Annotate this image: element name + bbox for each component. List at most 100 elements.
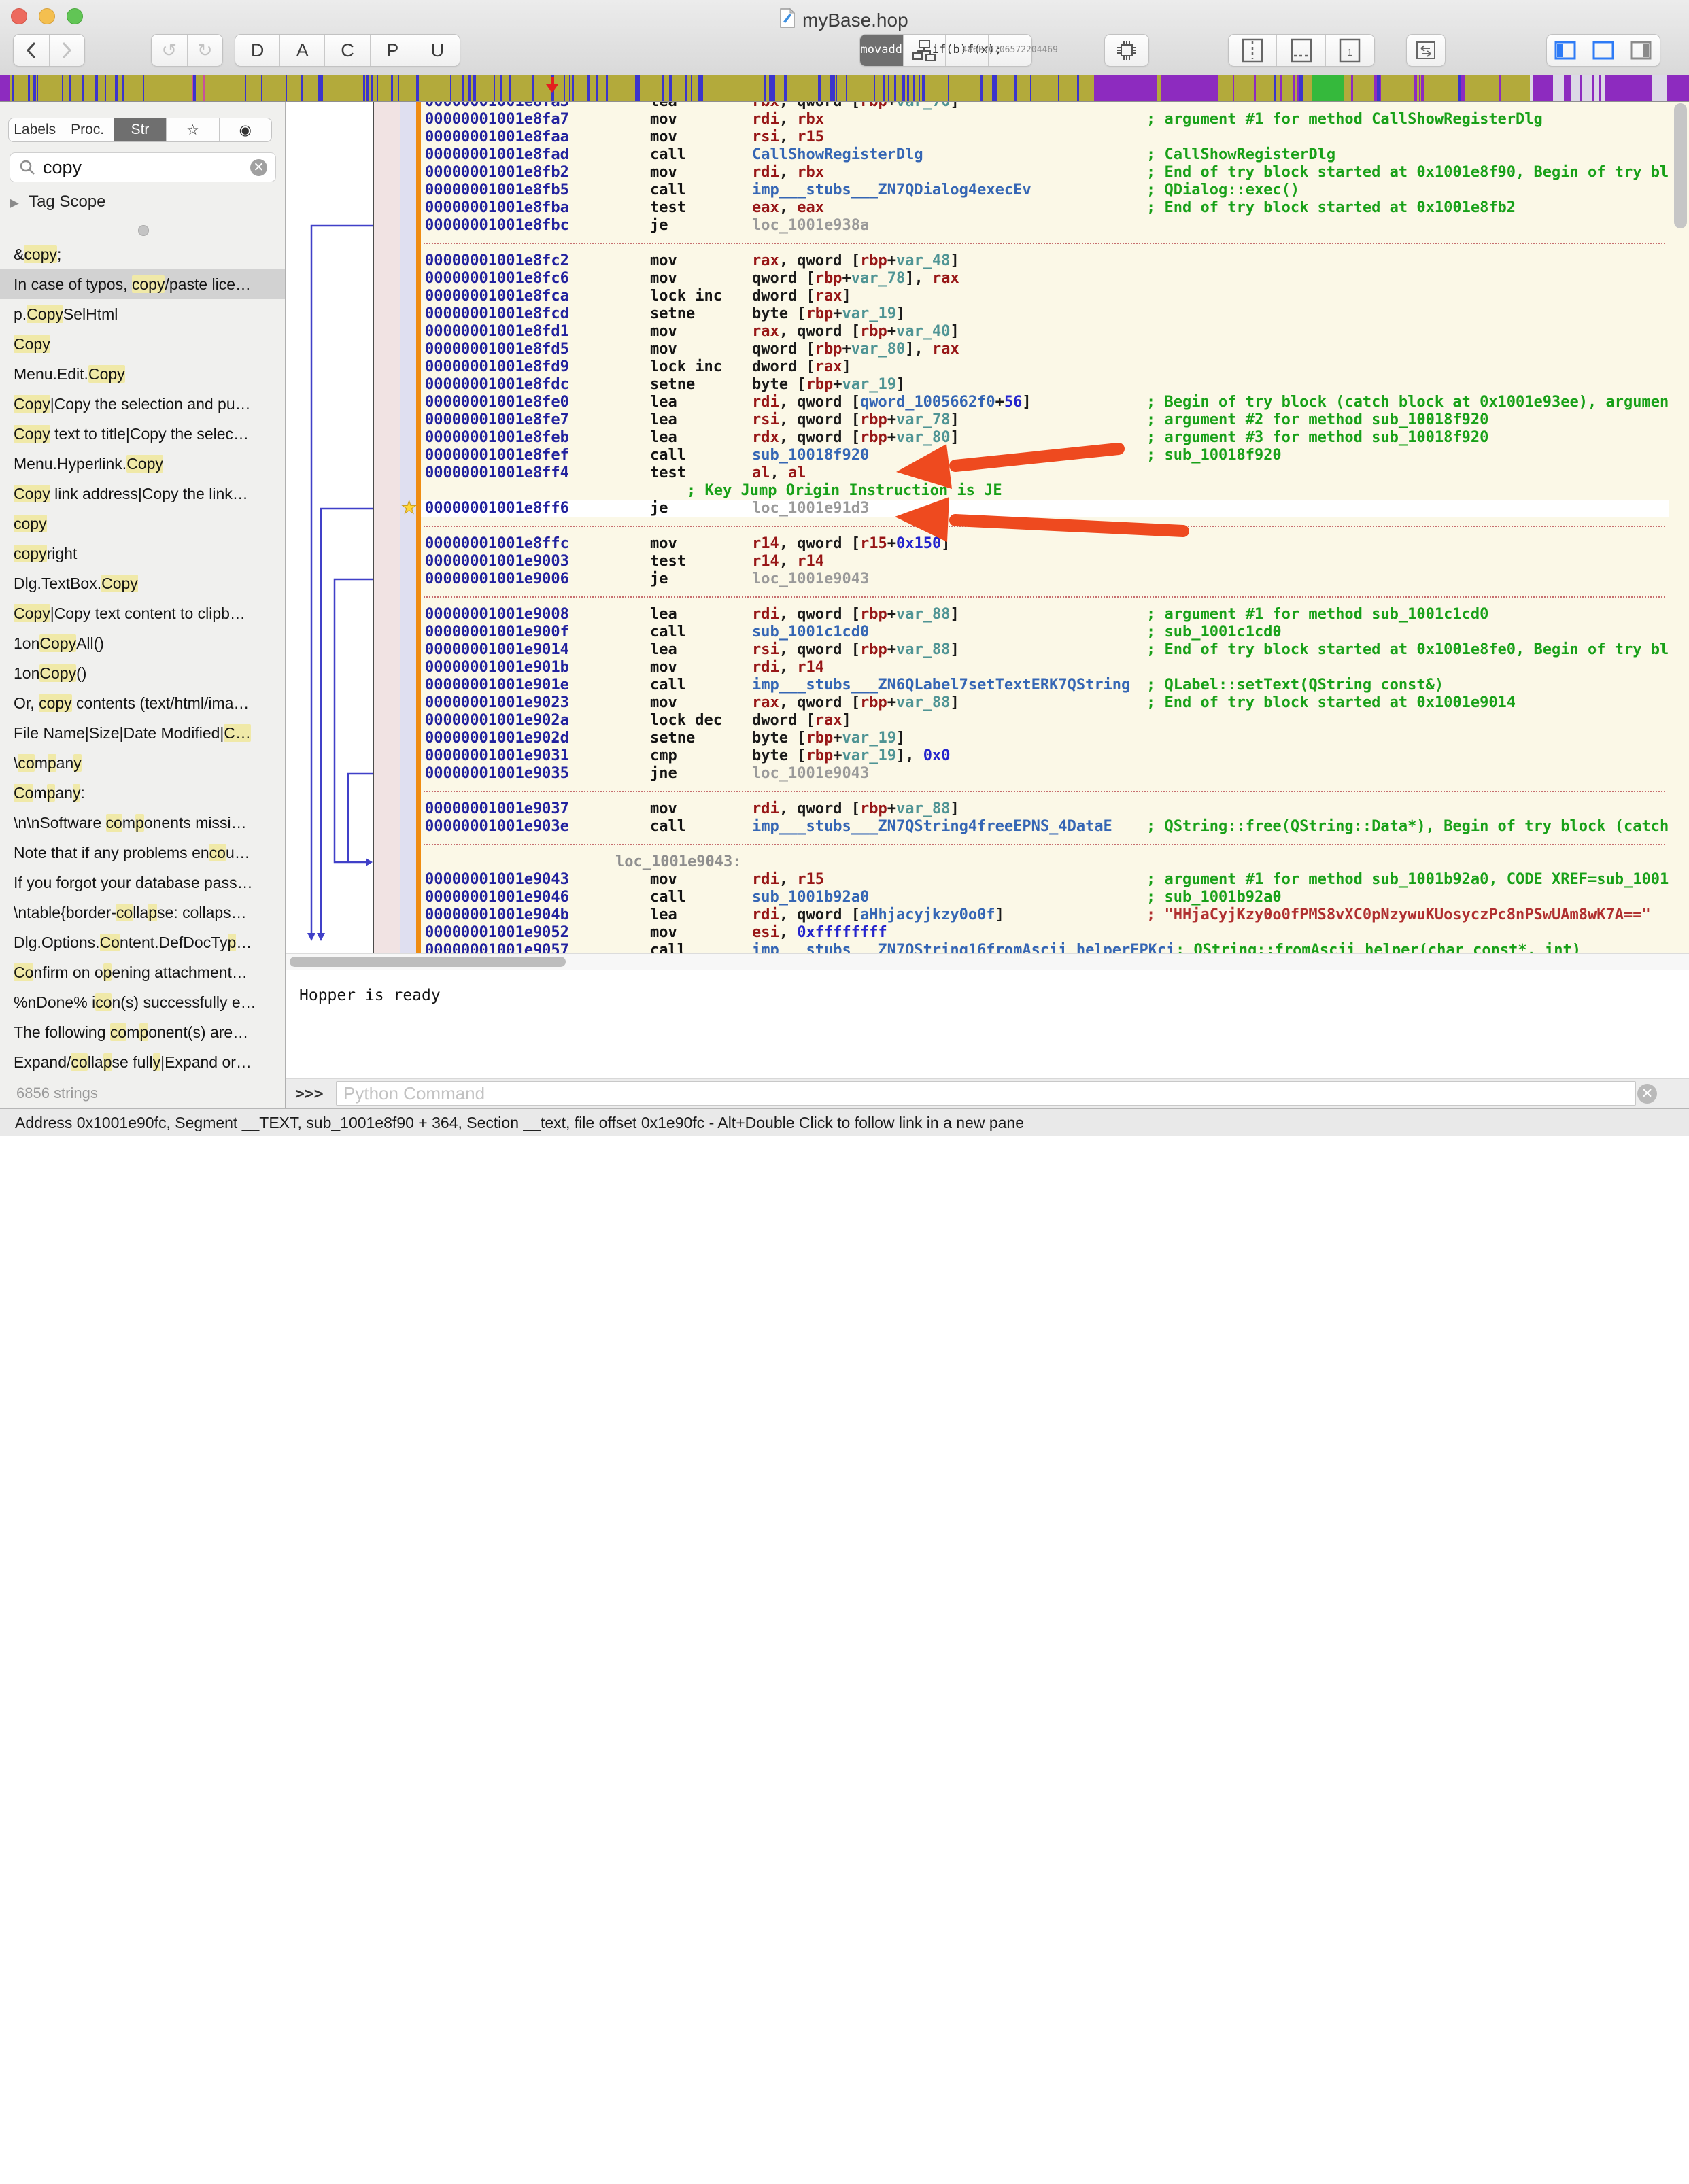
horizontal-scrollbar[interactable] (286, 953, 1689, 970)
type-button-p[interactable]: P (371, 35, 415, 66)
disasm-row[interactable]: 00000001001e900fcallsub_1001c1cd0; sub_1… (421, 624, 1669, 641)
string-list-item[interactable]: Dlg.TextBox.Copy (0, 568, 285, 598)
disasm-row[interactable]: 00000001001e901bmovrdi, r14 (421, 659, 1669, 677)
disasm-row[interactable]: 00000001001e903ecallimp___stubs___ZN7QSt… (421, 818, 1669, 836)
assembly-mode-button[interactable]: movadd (860, 35, 904, 66)
disasm-row[interactable]: 00000001001e8fa3learbx, qword [rbp+var_7… (421, 102, 1669, 111)
tab-str[interactable]: Str (114, 118, 167, 141)
python-command-input[interactable] (336, 1081, 1636, 1106)
scrollbar-thumb[interactable] (290, 957, 566, 967)
disasm-row[interactable]: 00000001001e8febleardx, qword [rbp+var_8… (421, 429, 1669, 447)
string-list-item[interactable]: 1onCopy() (0, 658, 285, 688)
disasm-row[interactable]: 00000001001e8ff4testal, al (421, 464, 1669, 482)
disassembly-pane[interactable]: 00000001001e8fa3learbx, qword [rbp+var_7… (286, 102, 1689, 953)
clear-search-icon[interactable]: ✕ (250, 159, 267, 176)
disasm-row[interactable]: 00000001001e8fc6movqword [rbp+var_78], r… (421, 270, 1669, 288)
string-list-item[interactable]: Dlg.Options.Content.DefDocTyp… (0, 927, 285, 957)
string-list-item[interactable]: Note that if any problems encou… (0, 838, 285, 868)
disasm-row[interactable]: 00000001001e8fd1movrax, qword [rbp+var_4… (421, 323, 1669, 341)
disasm-row[interactable]: 00000001001e9008leardi, qword [rbp+var_8… (421, 606, 1669, 624)
disasm-row[interactable]: 00000001001e8fd9lock incdword [rax] (421, 358, 1669, 376)
disasm-row[interactable]: 00000001001e9037movrdi, qword [rbp+var_8… (421, 800, 1669, 818)
search-input[interactable]: copy (43, 157, 250, 178)
cpu-button[interactable] (1104, 34, 1149, 67)
type-button-u[interactable]: U (415, 35, 460, 66)
disasm-row[interactable]: 00000001001e902alock decdword [rax] (421, 712, 1669, 730)
string-list-item[interactable]: Copy link address|Copy the link… (0, 479, 285, 509)
string-list-item[interactable]: Copy text to title|Copy the selec… (0, 419, 285, 449)
clear-console-icon[interactable]: ✕ (1637, 1084, 1657, 1104)
string-list-item[interactable]: \ntable{border-collapse: collaps… (0, 898, 285, 927)
string-list-item[interactable]: Confirm on opening attachment… (0, 957, 285, 987)
disasm-row[interactable]: 00000001001e8faamovrsi, r15 (421, 129, 1669, 146)
tab-labels[interactable]: Labels (9, 118, 61, 141)
disasm-row[interactable]: 00000001001e8fa7movrdi, rbx; argument #1… (421, 111, 1669, 129)
string-list-item[interactable]: If you forgot your database pass… (0, 868, 285, 898)
type-button-c[interactable]: C (325, 35, 370, 66)
disasm-row[interactable]: 00000001001e8fbatesteax, eax; End of try… (421, 199, 1669, 217)
swap-panes-button[interactable] (1406, 34, 1446, 67)
tab-bookmarks-star-icon[interactable]: ☆ (167, 118, 219, 141)
disasm-row[interactable]: 00000001001e902dsetnebyte [rbp+var_19] (421, 730, 1669, 747)
disasm-row[interactable]: 00000001001e8fadcallCallShowRegisterDlg;… (421, 146, 1669, 164)
toggle-bottom-panel-button[interactable] (1584, 35, 1622, 66)
disasm-row[interactable]: 00000001001e8fdcsetnebyte [rbp+var_19] (421, 376, 1669, 394)
string-list-item[interactable]: Company: (0, 778, 285, 808)
string-list-item[interactable]: Menu.Hyperlink.Copy (0, 449, 285, 479)
string-list-item[interactable]: Copy|Copy text content to clipb… (0, 598, 285, 628)
undo-button[interactable]: ↺ (152, 35, 188, 66)
traffic-light-close-icon[interactable] (11, 8, 27, 24)
string-list-item[interactable]: 1onCopyAll() (0, 628, 285, 658)
disasm-row[interactable]: 00000001001e9043movrdi, r15; argument #1… (421, 871, 1669, 889)
inline-comment-row[interactable]: ; Key Jump Origin Instruction is JE (421, 482, 1669, 500)
splitter-handle[interactable] (138, 225, 149, 236)
redo-button[interactable]: ↻ (188, 35, 223, 66)
disasm-row[interactable]: 00000001001e9031cmpbyte [rbp+var_19], 0x… (421, 747, 1669, 765)
string-list-item[interactable]: Expand/collapse fully|Expand or… (0, 1047, 285, 1077)
string-list-item[interactable]: %nDone% icon(s) successfully e… (0, 987, 285, 1017)
tag-scope-disclosure[interactable]: ▶ Tag Scope (10, 192, 106, 211)
code-listing[interactable]: 00000001001e8fa3learbx, qword [rbp+var_7… (421, 102, 1669, 953)
disasm-row[interactable]: 00000001001e9046callsub_1001b92a0; sub_1… (421, 889, 1669, 906)
disasm-row[interactable]: 00000001001e8ffcmovr14, qword [r15+0x150… (421, 535, 1669, 553)
disasm-row[interactable]: 00000001001e901ecallimp___stubs___ZN6QLa… (421, 677, 1669, 694)
split-horizontal-button[interactable] (1277, 35, 1325, 66)
toggle-right-panel-button[interactable] (1622, 35, 1660, 66)
disasm-row[interactable]: 00000001001e9035jneloc_1001e9043 (421, 765, 1669, 783)
disasm-row[interactable]: 00000001001e8fe7learsi, qword [rbp+var_7… (421, 411, 1669, 429)
disasm-row[interactable]: 00000001001e9014learsi, qword [rbp+var_8… (421, 641, 1669, 659)
single-pane-button[interactable]: 1 (1326, 35, 1374, 66)
disasm-row[interactable]: 00000001001e8ff6jeloc_1001e91d3 (421, 500, 1669, 517)
disasm-row[interactable]: 00000001001e8fb2movrdi, rbx; End of try … (421, 164, 1669, 182)
traffic-light-minimize-icon[interactable] (39, 8, 55, 24)
string-list-item[interactable]: copyright (0, 539, 285, 568)
string-list-item[interactable]: Copy (0, 329, 285, 359)
disasm-row[interactable]: 00000001001e8fbcjeloc_1001e938a (421, 217, 1669, 235)
string-list-item[interactable]: &copy; (0, 239, 285, 269)
string-list-item[interactable]: p.CopySelHtml (0, 299, 285, 329)
search-field[interactable]: copy ✕ (10, 152, 276, 182)
disasm-row[interactable]: 00000001001e8fcalock incdword [rax] (421, 288, 1669, 305)
navigation-strip[interactable] (0, 75, 1689, 102)
disasm-row[interactable]: 00000001001e8fefcallsub_10018f920; sub_1… (421, 447, 1669, 464)
disasm-row[interactable]: 00000001001e8fcdsetnebyte [rbp+var_19] (421, 305, 1669, 323)
string-list-item[interactable]: File Name|Size|Date Modified|C… (0, 718, 285, 748)
disasm-row[interactable]: 00000001001e904bleardi, qword [aHhjacyjk… (421, 906, 1669, 924)
disasm-row[interactable]: 00000001001e8fb5callimp___stubs___ZN7QDi… (421, 182, 1669, 199)
traffic-light-maximize-icon[interactable] (67, 8, 83, 24)
string-list-item[interactable]: Or, copy contents (text/html/ima… (0, 688, 285, 718)
bookmark-star-icon[interactable]: ★ (401, 497, 417, 518)
type-button-a[interactable]: A (280, 35, 325, 66)
split-vertical-button[interactable] (1229, 35, 1277, 66)
disasm-row[interactable]: 00000001001e9023movrax, qword [rbp+var_8… (421, 694, 1669, 712)
disasm-row[interactable]: 00000001001e8fc2movrax, qword [rbp+var_4… (421, 252, 1669, 270)
forward-button[interactable] (50, 35, 85, 66)
hex-mode-button[interactable]: 486F70706572204469 (989, 35, 1031, 66)
label-row[interactable]: loc_1001e9043: (421, 853, 1669, 871)
disasm-row[interactable]: 00000001001e9052movesi, 0xffffffff (421, 924, 1669, 942)
disasm-row[interactable]: 00000001001e8fe0leardi, qword [qword_100… (421, 394, 1669, 411)
tab-proc[interactable]: Proc. (61, 118, 114, 141)
string-list-item[interactable]: In case of typos, copy/paste lice… (0, 269, 285, 299)
disasm-row[interactable]: 00000001001e8fd5movqword [rbp+var_80], r… (421, 341, 1669, 358)
disasm-row[interactable]: 00000001001e9057callimp___stubs___ZN7QSt… (421, 942, 1669, 953)
